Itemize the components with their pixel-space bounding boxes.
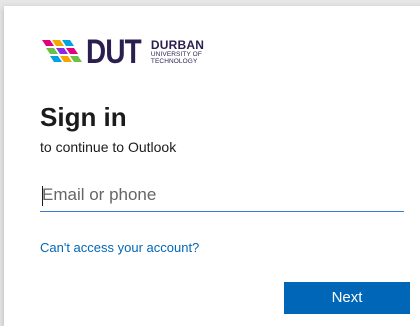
logo-line-3: TECHNOLOGY <box>150 58 198 65</box>
signin-card: DUT DURBAN UNIVERSITY OF TECHNOLOGY Sign… <box>4 6 420 326</box>
page-subtitle: to continue to Outlook <box>40 139 177 155</box>
email-field[interactable] <box>40 178 404 212</box>
logo-line-1: DURBAN <box>150 37 205 52</box>
logo-wordmark: DURBAN UNIVERSITY OF TECHNOLOGY <box>151 39 204 66</box>
next-button[interactable]: Next <box>284 282 410 314</box>
cant-access-account-link[interactable]: Can't access your account? <box>40 240 199 256</box>
dut-logo-mark-icon <box>42 40 82 62</box>
text-caret <box>42 186 43 206</box>
page-title: Sign in <box>40 102 127 132</box>
logo-acronym: DUT <box>86 33 142 71</box>
dut-logo: DUT DURBAN UNIVERSITY OF TECHNOLOGY <box>40 33 204 71</box>
